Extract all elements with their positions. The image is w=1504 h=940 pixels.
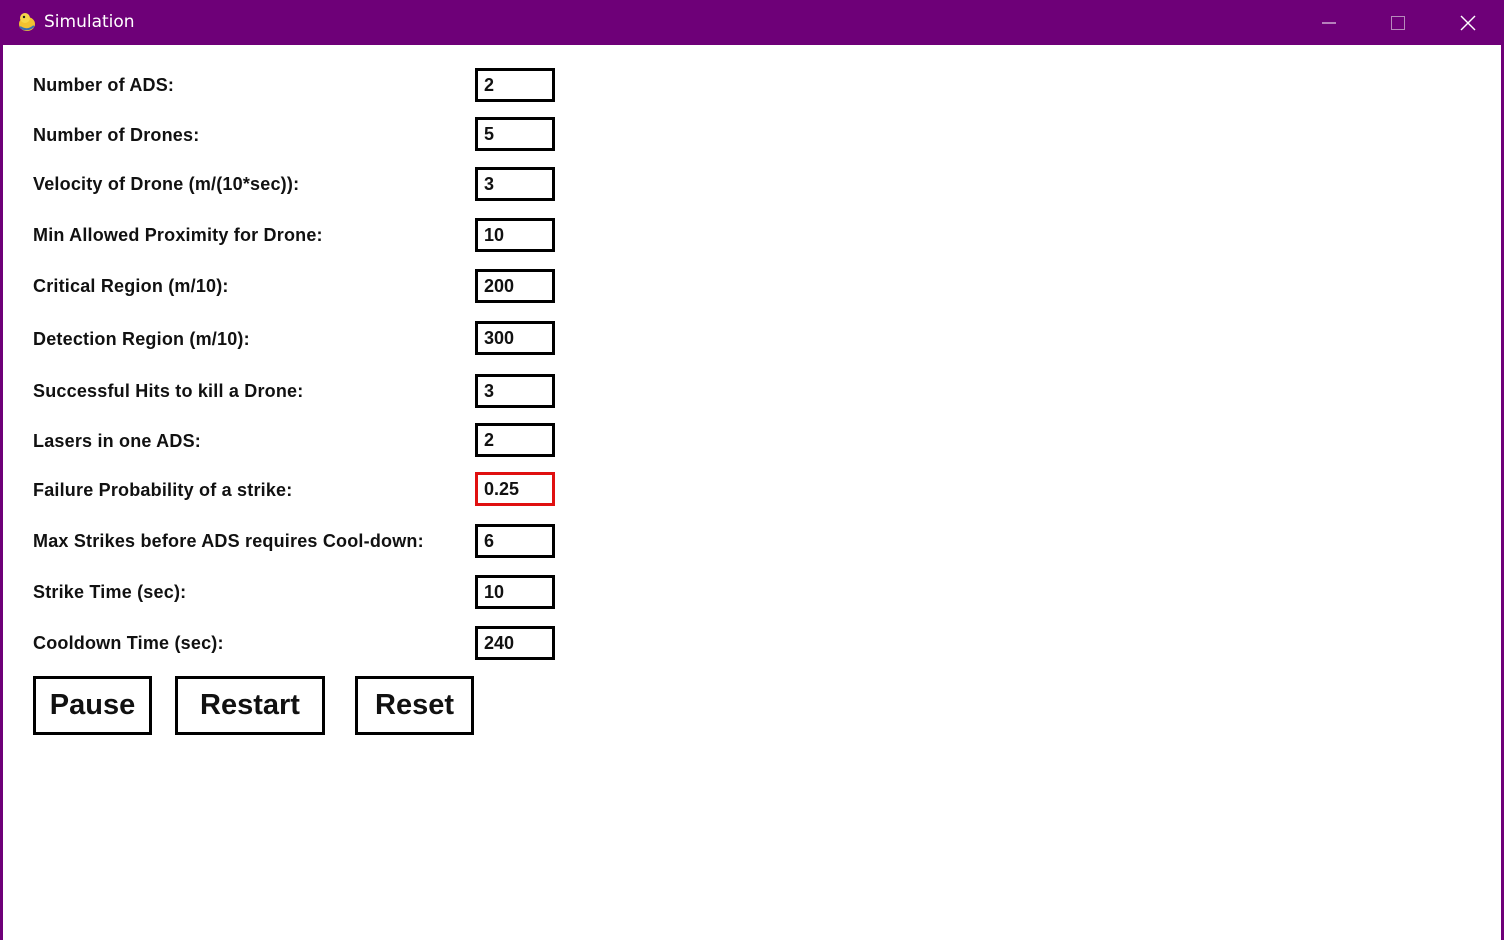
- input-velocity-of-drone[interactable]: 3: [475, 167, 555, 201]
- close-button[interactable]: [1433, 0, 1503, 45]
- input-number-of-ads[interactable]: 2: [475, 68, 555, 102]
- close-icon: [1460, 15, 1476, 30]
- input-max-strikes[interactable]: 6: [475, 524, 555, 558]
- input-critical-region[interactable]: 200: [475, 269, 555, 303]
- input-strike-time[interactable]: 10: [475, 575, 555, 609]
- input-number-of-drones[interactable]: 5: [475, 117, 555, 151]
- input-cooldown-time[interactable]: 240: [475, 626, 555, 660]
- label-cooldown-time: Cooldown Time (sec):: [33, 633, 224, 653]
- maximize-button[interactable]: [1363, 0, 1433, 45]
- pygame-snake-icon: [19, 13, 35, 31]
- label-critical-region: Critical Region (m/10):: [33, 276, 229, 296]
- label-hits-to-kill: Successful Hits to kill a Drone:: [33, 381, 304, 401]
- input-min-proximity[interactable]: 10: [475, 218, 555, 252]
- label-failure-probability: Failure Probability of a strike:: [33, 480, 293, 500]
- label-detection-region: Detection Region (m/10):: [33, 329, 250, 349]
- label-number-of-drones: Number of Drones:: [33, 125, 200, 145]
- input-detection-region[interactable]: 300: [475, 321, 555, 355]
- label-strike-time: Strike Time (sec):: [33, 582, 187, 602]
- minimize-icon: [1322, 22, 1336, 23]
- title-bar[interactable]: Simulation: [0, 0, 1504, 45]
- settings-panel: Number of ADS: 2 Number of Drones: 5 Vel…: [3, 45, 1501, 940]
- input-failure-probability[interactable]: 0.25: [475, 472, 555, 506]
- minimize-button[interactable]: [1294, 0, 1364, 45]
- label-velocity-of-drone: Velocity of Drone (m/(10*sec)):: [33, 174, 300, 194]
- label-lasers-per-ads: Lasers in one ADS:: [33, 431, 201, 451]
- window-title: Simulation: [44, 12, 135, 32]
- restart-button[interactable]: Restart: [175, 676, 325, 735]
- label-max-strikes: Max Strikes before ADS requires Cool-dow…: [33, 531, 424, 551]
- input-lasers-per-ads[interactable]: 2: [475, 423, 555, 457]
- input-hits-to-kill[interactable]: 3: [475, 374, 555, 408]
- label-min-proximity: Min Allowed Proximity for Drone:: [33, 225, 323, 245]
- reset-button[interactable]: Reset: [355, 676, 474, 735]
- label-number-of-ads: Number of ADS:: [33, 75, 175, 95]
- pause-button[interactable]: Pause: [33, 676, 152, 735]
- maximize-icon: [1391, 15, 1405, 30]
